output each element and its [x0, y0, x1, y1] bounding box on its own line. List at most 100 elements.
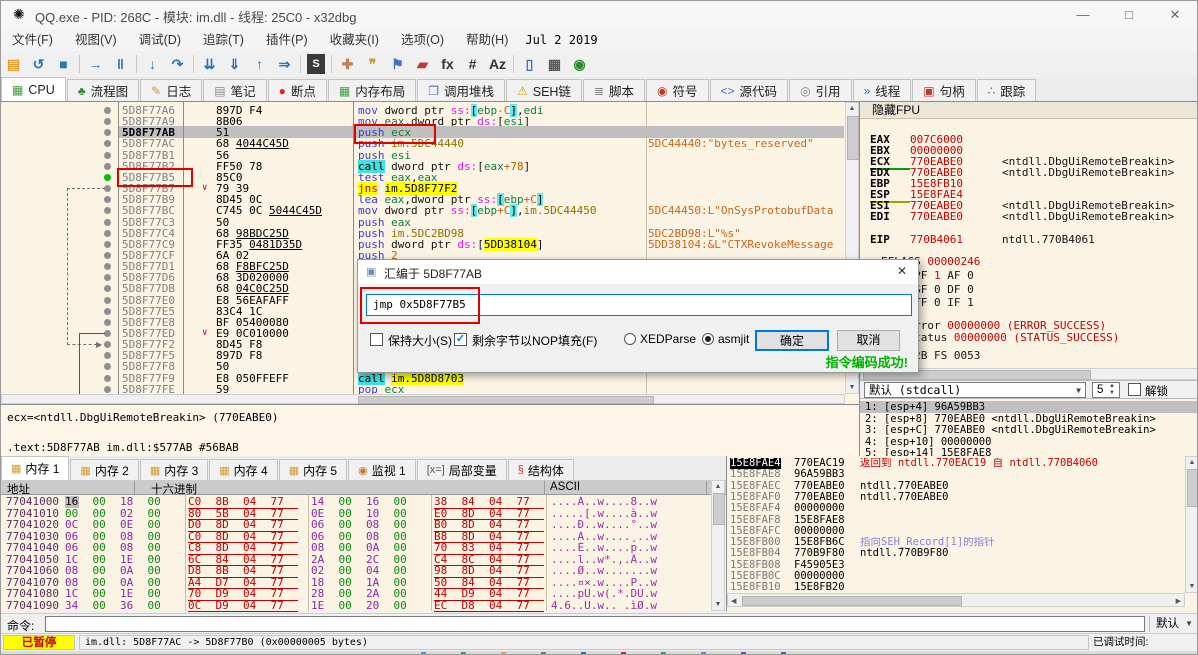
tab-断点[interactable]: ● 断点 [267, 79, 327, 101]
cancel-button[interactable]: 取消 [837, 330, 900, 351]
dump-tab-内存 5[interactable]: ▦ 内存 5 [278, 459, 348, 480]
dump-panel[interactable]: ▦ 内存 1 ▦ 内存 2 ▦ 内存 3 ▦ 内存 4 ▦ 内存 5 ◉ 监视 1 [x=] 局部变量 § 结… [1, 456, 726, 612]
run-to-user-icon[interactable]: ⇒ [272, 54, 297, 74]
menu-item-视图V[interactable]: 视图(V) [64, 29, 128, 51]
register-row-eip[interactable]: EIP 770B4061 ntdll.770B4061 [870, 228, 1095, 247]
dialog-title-bar[interactable]: ▣ 汇编于 5D8F77AB ✕ [358, 260, 918, 284]
tab-引用[interactable]: ◎ 引用 [789, 79, 852, 101]
dump-row[interactable]: 77041000 16 00 18 00 C0 8B 04 77 14 00 16 00 38 84 04 77… [1, 496, 711, 509]
dump-tab-内存 3[interactable]: ▦ 内存 3 [139, 459, 209, 480]
dump-tab-内存 1[interactable]: ▦ 内存 1 [1, 456, 70, 480]
nop-fill-checkbox[interactable]: ✓ [454, 333, 467, 346]
maximize-button[interactable]: □ [1109, 5, 1149, 25]
argument-row[interactable]: 3: [esp+C] 770EABE0 <ntdll.DbgUiRemoteBr… [860, 424, 1197, 436]
tab-源代码[interactable]: <> 源代码 [709, 79, 789, 101]
open-file-icon[interactable]: ▤ [1, 54, 26, 74]
label-icon[interactable]: ⚑ [385, 54, 410, 74]
step-over-icon[interactable]: ↷ [165, 54, 190, 74]
tab-流程图[interactable]: ♣ 流程图 [66, 79, 140, 101]
tab-线程[interactable]: » 线程 [852, 79, 912, 101]
asmjit-radio[interactable] [702, 333, 714, 345]
pause-icon[interactable]: ‖ [108, 54, 133, 74]
disasm-hscrollbar[interactable] [1, 394, 845, 404]
menu-item-帮助H[interactable]: 帮助(H) [455, 29, 519, 51]
disasm-row[interactable]: 5D8F77BC C745 0C 5044C45D mov dword ptr ss… [1, 204, 859, 218]
dump-row[interactable]: 77041040 06 00 08 00 C8 8D 04 77 08 00 0A 00 70 83 04 77… [1, 542, 711, 555]
dump-row[interactable]: 77041070 08 00 0A 00 A4 D7 04 77 18 00 1A 00 50 84 04 77… [1, 576, 711, 589]
restart-icon[interactable]: ↺ [26, 54, 51, 74]
stack-panel[interactable]: 15E8FAE4 770EAC19 返回到 ntdll.770EAC19 自 ntd… [726, 456, 1197, 611]
stack-hscrollbar[interactable]: ◀ ▶ [727, 593, 1185, 607]
command-mode-select[interactable]: 默认 ▼ [1149, 616, 1197, 632]
dump-row[interactable]: 77041080 1C 00 1E 00 70 D9 04 77 28 00 2A 00 44 D9 04 77… [1, 588, 711, 601]
argument-row[interactable]: 1: [esp+4] 96A59BB3 [860, 401, 1197, 413]
patch-icon[interactable]: ✚ [335, 54, 360, 74]
device-icon[interactable]: ▯ [517, 54, 542, 74]
step-out-icon[interactable]: ↑ [247, 54, 272, 74]
keep-size-checkbox[interactable] [370, 333, 383, 346]
tab-笔记[interactable]: ▤ 笔记 [203, 79, 267, 101]
minimize-button[interactable]: — [1063, 5, 1103, 25]
register-row[interactable]: EDI 770EABE0 <ntdll.DbgUiRemoteBreakin> [870, 205, 1174, 224]
dump-byte: 77 [516, 564, 530, 577]
step-into-icon[interactable]: ↓ [140, 54, 165, 74]
dump-tab-内存 2[interactable]: ▦ 内存 2 [70, 459, 139, 480]
tab-脚本[interactable]: ≣ 脚本 [582, 79, 646, 101]
trace-into-icon[interactable]: ⇊ [197, 54, 222, 74]
dump-row[interactable]: 77041090 34 00 36 00 0C D9 04 77 1E 00 20 00 EC D8 04 77… [1, 599, 711, 612]
globe-icon[interactable]: ◉ [567, 54, 592, 74]
menu-item-插件P[interactable]: 插件(P) [255, 29, 319, 51]
close-button[interactable]: ✕ [1155, 5, 1195, 25]
skip-icon[interactable]: S [307, 54, 325, 74]
stack-row[interactable]: 15E8FB04 770B9F80 ntdll.770B9F80 [727, 548, 1185, 560]
command-input[interactable] [45, 616, 1145, 632]
dump-tab-监视 1[interactable]: ◉ 监视 1 [348, 459, 416, 480]
run-icon[interactable]: → [83, 54, 108, 74]
tab-调用堆栈[interactable]: ❐ 调用堆栈 [417, 79, 505, 101]
strings-icon[interactable]: Az [485, 54, 510, 74]
tab-符号[interactable]: ◉ 符号 [646, 79, 709, 101]
hash-icon[interactable]: # [460, 54, 485, 74]
menu-item-选项O[interactable]: 选项(O) [390, 29, 455, 51]
function-icon[interactable]: fx [435, 54, 460, 74]
argument-row[interactable]: 4: [esp+10] 00000000 [860, 436, 1197, 448]
calling-convention-select[interactable]: ▼ 默认 (stdcall) [864, 382, 1086, 398]
menu-item-文件F[interactable]: 文件(F) [1, 29, 64, 51]
dump-vscrollbar[interactable]: ▲ ▼ [711, 480, 725, 611]
dump-row[interactable]: 77041010 00 00 02 00 80 5B 04 77 0E 00 10 00 E0 8D 04 77… [1, 507, 711, 520]
stack-row[interactable]: 15E8FAF4 00000000 [727, 502, 1185, 514]
dump-tab-结构体[interactable]: § 结构体 [507, 459, 574, 480]
tab-句柄[interactable]: ▣ 句柄 [912, 79, 976, 101]
stack-vscrollbar[interactable]: ▲ ▼ [1185, 456, 1197, 593]
tab-日志[interactable]: ✎ 日志 [140, 79, 203, 101]
menu-item-追踪T[interactable]: 追踪(T) [192, 29, 255, 51]
stack-row[interactable]: 15E8FAE8 96A59BB3 [727, 468, 1185, 480]
bookmark-icon[interactable]: ▰ [410, 54, 435, 74]
stop-icon[interactable]: ■ [51, 54, 76, 74]
dump-byte: 8B [215, 564, 229, 577]
xedparse-radio[interactable] [624, 333, 636, 345]
dump-row[interactable]: 77041030 06 00 08 00 C0 8D 04 77 06 00 08 00 B8 8D 04 77… [1, 530, 711, 543]
tab-跟踪[interactable]: ∴ 跟踪 [976, 79, 1037, 101]
comment-icon[interactable]: ❞ [360, 54, 385, 74]
dump-row[interactable]: 77041050 1C 00 1E 00 6C 84 04 77 2A 00 2C 00 C4 8C 04 77… [1, 553, 711, 566]
menu-item-调试D[interactable]: 调试(D) [128, 29, 192, 51]
tab-CPU[interactable]: ▦ CPU [1, 77, 66, 101]
dump-tab-内存 4[interactable]: ▦ 内存 4 [209, 459, 278, 480]
dialog-close-icon[interactable]: ✕ [890, 264, 914, 280]
menu-item-收藏夹I[interactable]: 收藏夹(I) [319, 29, 390, 51]
dump-row[interactable]: 77041060 08 00 0A 00 D8 8B 04 77 02 00 04 00 98 8D 04 77… [1, 564, 711, 578]
argument-row[interactable]: 2: [esp+8] 770EABE0 <ntdll.DbgUiRemoteBr… [860, 413, 1197, 425]
tab-内存布局[interactable]: ▦ 内存布局 [327, 79, 417, 101]
unlock-checkbox[interactable] [1128, 383, 1141, 396]
arg-count-stepper[interactable]: ▲ ▼ 5 [1092, 382, 1120, 398]
tab-SEH链[interactable]: ⚠ SEH链 [505, 79, 582, 101]
calculator-icon[interactable]: ▦ [542, 54, 567, 74]
dump-tab-局部变量[interactable]: [x=] 局部变量 [416, 459, 507, 480]
ok-button[interactable]: 确定 [755, 330, 829, 351]
dump-col-ascii[interactable]: ASCII [550, 481, 580, 493]
trace-over-icon[interactable]: ⇓ [222, 54, 247, 74]
hide-fpu-button[interactable]: 隐藏FPU [860, 102, 1197, 119]
dump-row[interactable]: 77041020 0C 00 0E 00 D0 8D 04 77 06 00 08 00 B0 8D 04 77… [1, 519, 711, 532]
stack-row[interactable]: 15E8FB10 15E8FB20 [727, 581, 1185, 593]
